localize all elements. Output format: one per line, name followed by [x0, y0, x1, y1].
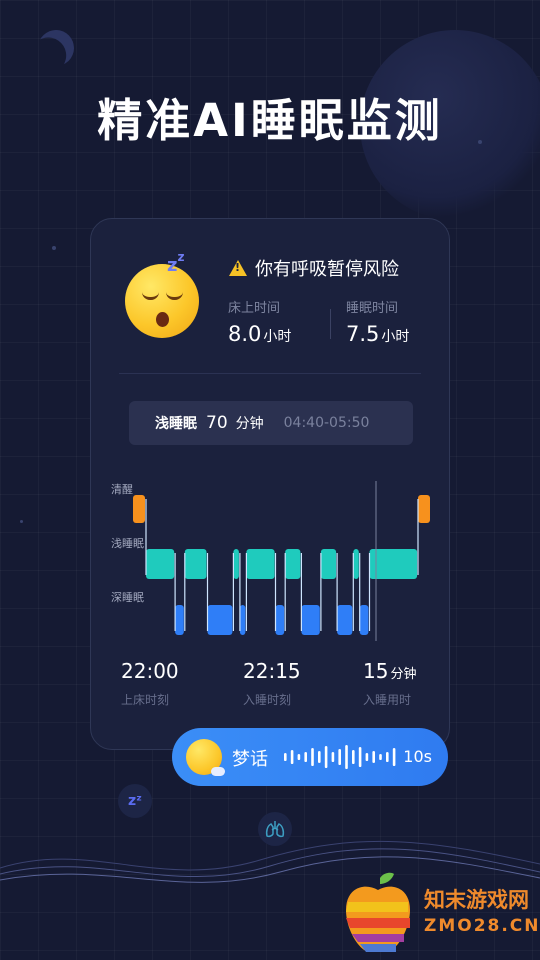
warning-icon — [229, 260, 247, 276]
hypnogram-segment-deep — [275, 605, 285, 635]
sleep-time-stat: 睡眠时间 7.5 小时 — [346, 297, 409, 346]
waveform-bar — [392, 748, 396, 766]
waveform-bar — [345, 745, 348, 769]
sleep-talk-emoji-icon — [186, 739, 225, 776]
waveform-bar — [290, 750, 294, 764]
sleep-latency-unit: 分钟 — [390, 667, 417, 682]
sleeping-face-icon — [125, 264, 199, 338]
watermark-domain: ZMO28.CN — [424, 916, 540, 936]
bed-moment-value: 22:00 — [121, 659, 179, 683]
waveform-bar — [372, 751, 375, 763]
hypnogram-segment-light — [369, 549, 418, 579]
waveform-bar — [386, 752, 389, 762]
hypnogram-segment-light — [233, 549, 239, 579]
hypnogram-segment-awake — [418, 495, 430, 523]
audio-waveform-icon — [284, 745, 396, 769]
waveform-bar — [297, 754, 301, 760]
hypnogram-segment-awake — [133, 495, 145, 523]
sleep-talk-duration: 10s — [403, 747, 432, 766]
hypnogram-chart[interactable] — [133, 481, 431, 641]
stage-name: 浅睡眠 — [155, 416, 197, 432]
waveform-bar — [304, 752, 307, 762]
card-divider — [119, 373, 421, 374]
waveform-bar — [365, 753, 369, 761]
hypnogram-segment-light — [184, 549, 207, 579]
hypnogram-segment-deep — [207, 605, 233, 635]
hypnogram-segment-deep — [337, 605, 353, 635]
bed-time-label: 床上时间 — [228, 301, 281, 316]
y-label-awake: 清醒 — [111, 483, 133, 496]
sleep-report-card[interactable]: zz 你有呼吸暂停风险 床上时间 8.0小时 睡眠时间 7.5小时 浅睡眠 70… — [90, 218, 450, 750]
stage-minutes: 70 — [206, 413, 228, 433]
sleep-moment-caption: 入睡时刻 — [243, 693, 292, 707]
bed-moment-caption: 上床时刻 — [121, 693, 170, 707]
sleep-time-unit: 小时 — [381, 329, 410, 345]
waveform-bar — [311, 748, 314, 766]
sleep-latency-value: 15 — [363, 659, 389, 683]
waveform-bar — [324, 746, 328, 768]
hypnogram-segment-deep — [359, 605, 369, 635]
warning-text: 你有呼吸暂停风险 — [255, 259, 399, 280]
sleep-time-label: 睡眠时间 — [346, 301, 399, 316]
hypnogram-segment-light — [320, 549, 337, 579]
hypnogram-segment-light — [285, 549, 301, 579]
waveform-bar — [358, 747, 362, 767]
sleep-moment-stat: 22:15 入睡时刻 — [243, 659, 353, 708]
stage-unit: 分钟 — [235, 416, 264, 432]
apnea-warning[interactable]: 你有呼吸暂停风险 — [229, 255, 399, 281]
watermark-site-name: 知末游戏网 — [424, 888, 529, 912]
hypnogram-segment-light — [353, 549, 359, 579]
zz-badge-icon: zᶻ — [118, 784, 152, 818]
star-decoration — [52, 246, 56, 250]
stage-detail-pill[interactable]: 浅睡眠 70 分钟 04:40-05:50 — [129, 401, 413, 445]
zz-sleep-icon: zz — [167, 250, 185, 276]
bed-time-value: 8.0 — [228, 322, 262, 346]
apple-logo-icon — [346, 872, 410, 952]
sleep-talk-recording[interactable]: 梦话 10s — [172, 728, 448, 786]
star-decoration — [20, 520, 23, 523]
stat-divider — [330, 309, 331, 339]
hypnogram-segment-light — [246, 549, 275, 579]
hypnogram-segment-deep — [301, 605, 320, 635]
bed-moment-stat: 22:00 上床时刻 — [121, 659, 231, 708]
sleep-talk-label: 梦话 — [232, 749, 268, 770]
sleep-latency-caption: 入睡用时 — [363, 693, 412, 707]
waveform-bar — [379, 754, 382, 760]
waveform-bar — [331, 752, 335, 762]
sleep-latency-stat: 15 分钟 入睡用时 — [363, 659, 473, 708]
sleep-time-value: 7.5 — [346, 322, 380, 346]
waveform-bar — [352, 750, 355, 764]
waveform-bar — [318, 751, 321, 763]
sleep-moment-value: 22:15 — [243, 659, 301, 683]
bed-time-stat: 床上时间 8.0 小时 — [228, 297, 291, 346]
waveform-bar — [338, 749, 341, 765]
hypnogram-segment-deep — [175, 605, 184, 635]
hypnogram-segment-light — [146, 549, 175, 579]
bed-time-unit: 小时 — [263, 329, 292, 345]
stage-time-range: 04:40-05:50 — [283, 415, 370, 431]
headline: 精准AI睡眠监测 — [97, 94, 443, 147]
hypnogram-segment-deep — [239, 605, 246, 635]
waveform-bar — [284, 753, 287, 761]
